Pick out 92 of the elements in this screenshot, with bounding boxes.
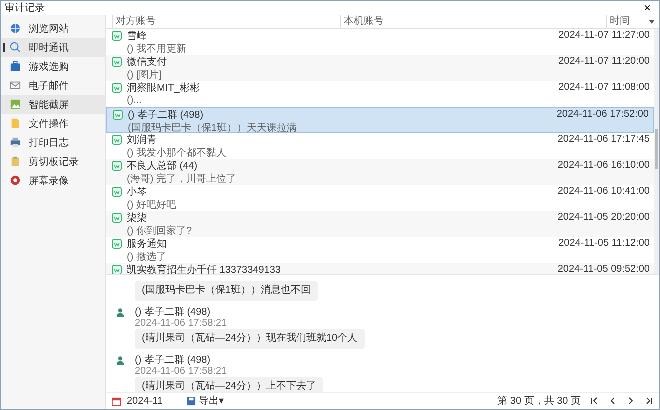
message-time: 2024-11-06 17:52:00 [556, 109, 649, 120]
sidebar-item[interactable]: 即时通讯 [1, 38, 105, 57]
calendar-icon[interactable] [112, 396, 121, 406]
message-bubble: (国服玛卡巴卡（保1班））消息也不回 [135, 281, 318, 301]
contact-name: 刘润青 [127, 133, 158, 146]
selection-marker [3, 43, 5, 52]
message-preview: () 撤选了 [127, 250, 166, 264]
message-app-icon [113, 110, 123, 120]
message-bubble: (晴川果司（瓦砧—24分））上不下去了 [135, 377, 324, 392]
message-time: 2024-11-07 11:27:00 [558, 30, 650, 41]
message-timestamp: 2024-11-06 17:58:21 [135, 318, 228, 329]
message-time: 2024-11-06 10:41:00 [558, 186, 650, 197]
person-icon [116, 356, 125, 364]
clipboard-icon [10, 156, 21, 167]
conversation-row[interactable]: 雪峰 2024-11-07 11:27:00 () 我不用更新 [106, 29, 654, 55]
message-preview: () 你到回家了? [127, 224, 192, 238]
message-time: 2024-11-05 20:20:00 [558, 212, 650, 223]
briefcase-icon [10, 61, 21, 72]
sidebar-item[interactable]: 游戏选购 [1, 57, 105, 76]
scrollbar-thumb[interactable] [655, 129, 658, 169]
message-time: 2024-11-06 17:17:45 [558, 134, 650, 145]
contact-name: () 孝子二群 (498) [128, 108, 205, 122]
scrollbar[interactable] [654, 29, 659, 274]
document-icon [10, 118, 21, 129]
conversation-row[interactable]: 凯实教育招生办千仟 13373349133 2024-11-05 09:52:00 [106, 263, 654, 274]
message-app-icon [112, 238, 122, 248]
message-time: 2024-11-05 11:12:00 [558, 238, 650, 249]
message-preview: ()... [127, 95, 142, 106]
contact-name: 不良人总部 (44) [127, 160, 199, 172]
contact-name: 雪峰 [127, 30, 148, 42]
column-header[interactable]: 对方账号 [112, 15, 340, 28]
contact-name: 柒柒 [127, 212, 148, 224]
sender-name: () 孝子二群 (498) [135, 354, 211, 367]
window-title: 审计记录 [5, 2, 45, 15]
conversation-row[interactable]: 不良人总部 (44) 2024-11-06 16:10:00 (海哥) 完了，川哥上位了 [106, 159, 654, 185]
caret-icon[interactable] [649, 20, 655, 24]
contact-name: 凯实教育招生办千仟 13373349133 [127, 264, 282, 274]
message-preview: () 我不用更新 [127, 42, 186, 56]
person-icon [116, 308, 125, 316]
message-app-icon [112, 264, 122, 274]
record-icon [10, 175, 21, 186]
contact-name: 微信支付 [127, 56, 168, 68]
message-app-icon [112, 56, 122, 66]
message-preview: (海哥) 完了，川哥上位了 [127, 172, 236, 186]
sidebar-item[interactable]: 浏览网站 [1, 19, 105, 38]
conversation-row[interactable]: 小琴 2024-11-06 10:41:00 () 好吧好吧 [106, 185, 654, 211]
close-button[interactable]: × [640, 2, 655, 14]
last-page-icon[interactable] [645, 397, 653, 405]
message-preview: () 好吧好吧 [127, 198, 176, 212]
sidebar-item[interactable]: 电子邮件 [1, 76, 105, 95]
message-app-icon [112, 30, 122, 40]
sidebar-item[interactable]: 文件操作 [1, 114, 105, 133]
sidebar-item[interactable]: 屏幕录像 [1, 171, 105, 190]
column-header[interactable]: 本机账号 [340, 15, 606, 28]
image-icon [10, 99, 21, 110]
conversation-row[interactable]: 柒柒 2024-11-05 20:20:00 () 你到回家了? [106, 211, 654, 237]
month-label: 2024-11 [127, 396, 163, 406]
sidebar-item[interactable]: 剪切板记录 [1, 152, 105, 171]
previous-page-icon[interactable] [609, 397, 617, 405]
first-page-icon[interactable] [591, 397, 599, 405]
message-preview: (国服玛卡巴卡（保1班））天天课拉满 [128, 122, 297, 134]
page-indicator: 第 30 页，共 30 页 [498, 394, 581, 408]
conversation-row[interactable]: () 孝子二群 (498) 2024-11-06 17:52:00 (国服玛卡巴卡（保1班））天天课拉满 [106, 107, 654, 133]
message-time: 2024-11-07 11:08:00 [558, 82, 650, 93]
sidebar-item[interactable]: 打印日志 [1, 133, 105, 152]
message-time: 2024-11-05 09:52:00 [558, 264, 650, 274]
next-page-icon[interactable] [627, 397, 635, 405]
contact-name: 服务通知 [127, 238, 168, 250]
sidebar-item[interactable]: 智能截屏 [1, 95, 105, 114]
message-app-icon [112, 212, 122, 222]
conversation-row[interactable]: 洞察眼MIT_彬彬 2024-11-07 11:08:00 ()... [106, 81, 654, 107]
export-button[interactable]: 导出▾ [186, 394, 224, 408]
message-timestamp: 2024-11-06 17:58:21 [135, 366, 228, 377]
message-app-icon [112, 160, 122, 170]
message-app-icon [112, 134, 122, 144]
conversation-row[interactable]: 刘润青 2024-11-06 17:17:45 () 我发小那个都不黏人 [106, 133, 654, 159]
message-preview: () [图片] [127, 68, 162, 82]
message-preview: () 我发小那个都不黏人 [127, 146, 226, 160]
contact-name: 小琴 [127, 186, 148, 198]
sender-name: () 孝子二群 (498) [135, 306, 211, 319]
globe-icon [10, 23, 21, 34]
save-icon [186, 396, 196, 406]
message-bubble: (晴川果司（瓦砧—24分））现在我们班就10个人 [135, 329, 365, 349]
printer-icon [10, 137, 21, 148]
message-app-icon [112, 186, 122, 196]
message-app-icon [112, 82, 122, 92]
message-time: 2024-11-06 16:10:00 [558, 160, 650, 171]
envelope-icon [10, 80, 21, 91]
message-time: 2024-11-07 11:20:00 [558, 56, 650, 67]
contact-name: 洞察眼MIT_彬彬 [127, 82, 201, 94]
conversation-row[interactable]: 服务通知 2024-11-05 11:12:00 () 撤选了 [106, 237, 654, 263]
conversation-row[interactable]: 微信支付 2024-11-07 11:20:00 () [图片] [106, 55, 654, 81]
